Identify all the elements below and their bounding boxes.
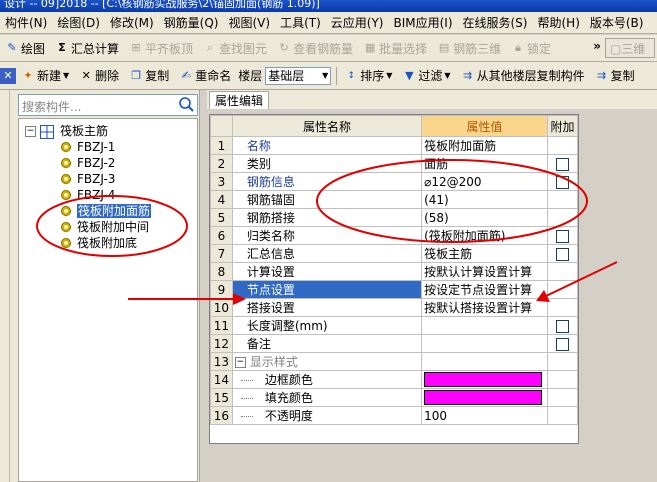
annotation-ellipse-tree [36,195,188,257]
annotation-arrow-right [536,261,618,302]
annotation-ellipse-rebar [316,159,588,243]
annotation-layer [36,159,618,305]
annotation-arrow-left [128,293,246,305]
